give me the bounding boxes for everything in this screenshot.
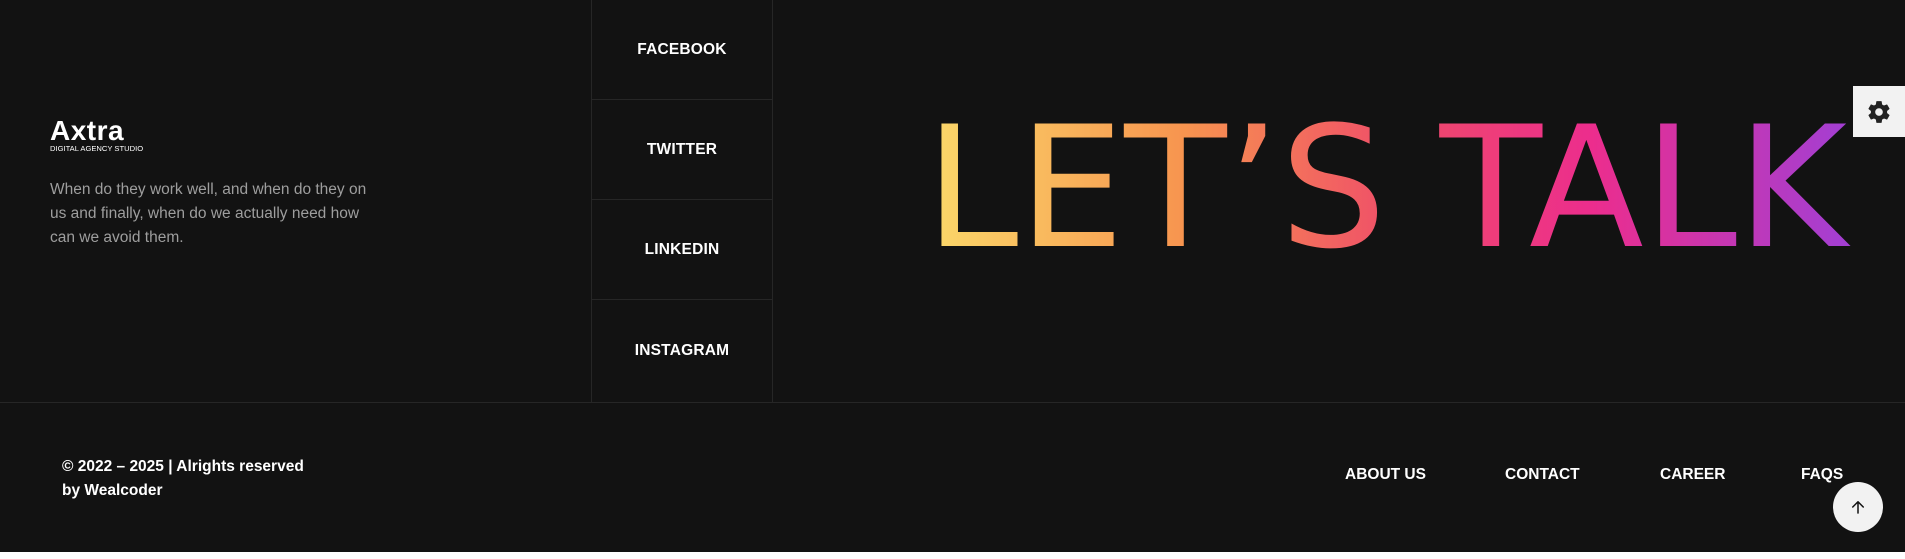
logo-subtitle: DIGITAL AGENCY STUDIO: [50, 144, 143, 153]
menu-item-career[interactable]: CAREER: [1660, 466, 1725, 484]
menu-item-faqs[interactable]: FAQS: [1801, 466, 1843, 484]
gear-icon: [1868, 100, 1890, 123]
footer-top: Axtra DIGITAL AGENCY STUDIO When do they…: [0, 0, 1905, 403]
settings-button[interactable]: [1853, 86, 1905, 137]
lets-talk-graphic: LET’S TALK: [925, 98, 1851, 258]
lets-talk-cta[interactable]: LET’S TALK: [925, 98, 1875, 258]
social-link-twitter[interactable]: TWITTER: [592, 100, 772, 200]
social-link-facebook[interactable]: FACEBOOK: [592, 0, 772, 100]
axtra-logo[interactable]: Axtra DIGITAL AGENCY STUDIO: [50, 118, 160, 154]
lets-talk-text: LET’S TALK: [925, 98, 1851, 258]
menu-item-contact[interactable]: CONTACT: [1505, 466, 1580, 484]
social-link-instagram[interactable]: INSTAGRAM: [592, 300, 772, 402]
logo-text: Axtra: [50, 118, 124, 146]
footer-menu: ABOUT US CONTACT CAREER FAQS: [0, 466, 1905, 490]
scroll-to-top-button[interactable]: [1833, 482, 1883, 532]
menu-item-about-us[interactable]: ABOUT US: [1345, 466, 1426, 484]
social-links: FACEBOOK TWITTER LINKEDIN INSTAGRAM: [591, 0, 773, 402]
brand-description: When do they work well, and when do they…: [50, 181, 367, 246]
arrow-up-icon: [1852, 501, 1864, 514]
brand-block: Axtra DIGITAL AGENCY STUDIO When do they…: [50, 118, 380, 250]
social-link-linkedin[interactable]: LINKEDIN: [592, 200, 772, 300]
site-footer: Axtra DIGITAL AGENCY STUDIO When do they…: [0, 0, 1905, 552]
